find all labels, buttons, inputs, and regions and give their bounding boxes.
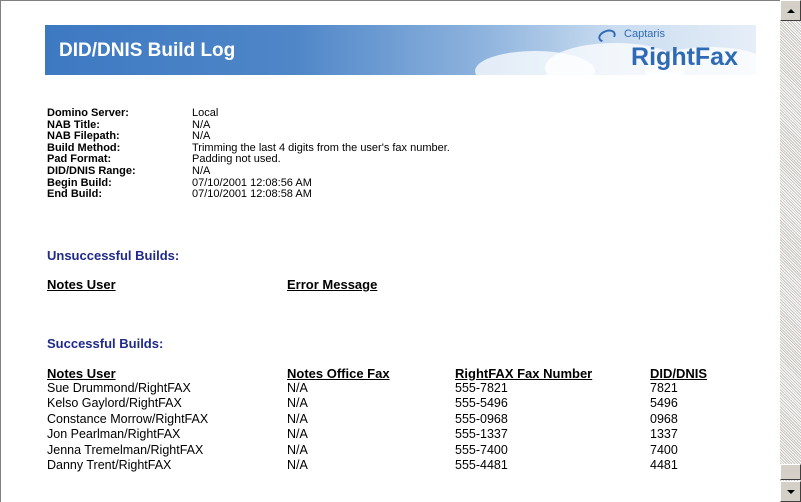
info-row: Domino Server: Local	[47, 107, 219, 119]
unsuccessful-header-error-message: Error Message	[287, 277, 378, 292]
arrow-down-icon	[786, 489, 795, 494]
unsuccessful-builds-title: Unsuccessful Builds:	[47, 248, 180, 263]
successful-builds-table: Sue Drummond/RightFAX N/A 555-7821 7821 …	[47, 381, 767, 473]
header-banner: DID/DNIS Build Log Captaris RightFax	[45, 25, 756, 75]
successful-header-office-fax: Notes Office Fax	[287, 366, 390, 381]
unsuccessful-header-notes-user: Notes User	[47, 277, 116, 292]
table-row: Sue Drummond/RightFAX N/A 555-7821 7821	[47, 381, 678, 395]
scrollbar-thumb[interactable]	[780, 464, 801, 480]
successful-header-notes-user: Notes User	[47, 366, 116, 381]
scroll-up-button[interactable]	[780, 0, 801, 21]
successful-header-rightfax-number: RightFAX Fax Number	[455, 366, 593, 381]
successful-builds-title: Successful Builds:	[47, 336, 164, 351]
successful-header-did-dnis: DID/DNIS	[650, 366, 708, 381]
info-row: End Build: 07/10/2001 12:08:58 AM	[47, 188, 312, 201]
table-row: Jenna Tremelman/RightFAX N/A 555-7400 74…	[47, 442, 678, 457]
logo-product-name: RightFax	[631, 43, 738, 71]
arrow-up-icon	[786, 8, 795, 13]
scroll-down-button[interactable]	[780, 481, 801, 502]
vertical-scrollbar[interactable]	[780, 0, 801, 502]
table-row: Jon Pearlman/RightFAX N/A 555-1337 1337	[47, 427, 678, 442]
info-row: DID/DNIS Range: N/A	[47, 164, 211, 177]
build-info: Domino Server: Local NAB Title: N/A NAB Fi…	[47, 107, 450, 201]
document-view: DID/DNIS Build Log Captaris RightFax Dom…	[0, 0, 780, 502]
logo-company-name: Captaris	[624, 28, 665, 40]
table-row: Kelso Gaylord/RightFAX N/A 555-5496 5496	[47, 396, 678, 411]
table-row: Danny Trent/RightFAX N/A 555-4481 4481	[47, 457, 678, 472]
page-title: DID/DNIS Build Log	[59, 40, 236, 61]
table-row: Constance Morrow/RightFAX N/A 555-0968 0…	[47, 411, 678, 426]
